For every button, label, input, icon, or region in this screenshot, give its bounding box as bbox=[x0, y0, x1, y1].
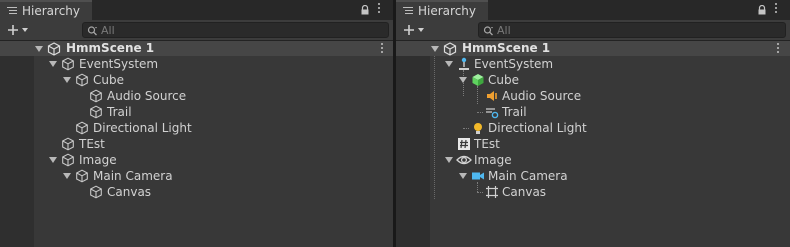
tab-label: Hierarchy bbox=[418, 4, 477, 18]
add-button[interactable] bbox=[402, 22, 428, 38]
list-icon bbox=[403, 7, 413, 15]
item-label: Image bbox=[79, 153, 117, 167]
lock-icon[interactable] bbox=[757, 4, 767, 15]
item-label: Cube bbox=[93, 73, 124, 87]
expand-arrow-icon[interactable] bbox=[63, 77, 71, 83]
item-label: Trail bbox=[502, 105, 527, 119]
item-label: Trail bbox=[107, 105, 132, 119]
trail-icon bbox=[485, 105, 499, 119]
list-item[interactable]: Cube bbox=[0, 72, 393, 88]
list-item[interactable]: TEst bbox=[396, 136, 790, 152]
expand-arrow-icon[interactable] bbox=[63, 173, 71, 179]
item-label: Cube bbox=[488, 73, 519, 87]
gameobject-icon bbox=[75, 121, 89, 135]
expand-arrow-icon[interactable] bbox=[49, 61, 57, 67]
item-label: Directional Light bbox=[488, 121, 587, 135]
list-item[interactable]: Canvas bbox=[0, 184, 393, 200]
unity-scene-icon bbox=[443, 42, 457, 56]
item-label: TEst bbox=[474, 137, 500, 151]
item-label: TEst bbox=[79, 137, 105, 151]
list-item[interactable]: Image bbox=[396, 152, 790, 168]
search-input[interactable] bbox=[493, 23, 697, 37]
list-item[interactable]: Audio Source bbox=[0, 88, 393, 104]
item-label: Image bbox=[474, 153, 512, 167]
item-label: Audio Source bbox=[107, 89, 187, 103]
expand-arrow-icon[interactable] bbox=[445, 61, 453, 67]
hierarchy-panel-right: Hierarchy HmmScene 1 bbox=[396, 0, 790, 247]
unity-scene-icon bbox=[47, 42, 61, 56]
more-options-icon[interactable] bbox=[377, 3, 381, 15]
list-item[interactable]: Directional Light bbox=[0, 120, 393, 136]
list-item[interactable]: Directional Light bbox=[396, 120, 790, 136]
tab-hierarchy[interactable]: Hierarchy bbox=[0, 0, 92, 20]
scene-name: HmmScene 1 bbox=[462, 41, 551, 55]
gameobject-icon bbox=[61, 137, 75, 151]
light-icon bbox=[471, 121, 485, 135]
script-icon bbox=[457, 137, 471, 151]
list-item[interactable]: EventSystem bbox=[396, 56, 790, 72]
scene-row[interactable]: HmmScene 1 bbox=[396, 41, 790, 56]
add-button[interactable] bbox=[6, 22, 32, 38]
rect-transform-icon bbox=[485, 185, 499, 199]
toolbar bbox=[0, 20, 393, 41]
item-label: EventSystem bbox=[474, 57, 554, 71]
list-item[interactable]: Cube bbox=[396, 72, 790, 88]
item-label: Directional Light bbox=[93, 121, 192, 135]
list-icon bbox=[7, 7, 17, 15]
list-item[interactable]: EventSystem bbox=[0, 56, 393, 72]
search-field[interactable] bbox=[82, 22, 389, 38]
scene-menu-icon[interactable] bbox=[380, 43, 384, 55]
gameobject-icon bbox=[89, 89, 103, 103]
toolbar bbox=[396, 20, 790, 41]
scene-menu-icon[interactable] bbox=[776, 43, 780, 55]
list-item[interactable]: Trail bbox=[0, 104, 393, 120]
expand-arrow-icon[interactable] bbox=[459, 173, 467, 179]
list-item[interactable]: Audio Source bbox=[396, 88, 790, 104]
list-item[interactable]: Main Camera bbox=[396, 168, 790, 184]
list-item[interactable]: Canvas bbox=[396, 184, 790, 200]
expand-arrow-icon[interactable] bbox=[49, 157, 57, 163]
search-input[interactable] bbox=[97, 23, 301, 37]
camera-icon bbox=[471, 169, 485, 183]
event-system-icon bbox=[457, 57, 471, 71]
audio-source-icon bbox=[485, 89, 499, 103]
gameobject-icon bbox=[61, 153, 75, 167]
hierarchy-panel-left: Hierarchy HmmScene 1 EventSystem bbox=[0, 0, 393, 247]
gameobject-icon bbox=[89, 185, 103, 199]
item-label: Main Camera bbox=[93, 169, 173, 183]
list-item[interactable]: Trail bbox=[396, 104, 790, 120]
list-item[interactable]: TEst bbox=[0, 136, 393, 152]
gameobject-icon bbox=[75, 73, 89, 87]
gameobject-icon bbox=[61, 57, 75, 71]
expand-arrow-icon[interactable] bbox=[445, 157, 453, 163]
list-item[interactable]: Image bbox=[0, 152, 393, 168]
expand-arrow-icon[interactable] bbox=[459, 77, 467, 83]
item-label: Canvas bbox=[107, 185, 152, 199]
search-field[interactable] bbox=[478, 22, 786, 38]
more-options-icon[interactable] bbox=[774, 3, 778, 15]
cube-icon bbox=[471, 73, 485, 87]
tab-hierarchy[interactable]: Hierarchy bbox=[396, 0, 488, 20]
item-label: Audio Source bbox=[502, 89, 582, 103]
gameobject-icon bbox=[89, 105, 103, 119]
tab-bar: Hierarchy bbox=[396, 0, 790, 20]
eye-icon bbox=[456, 153, 472, 167]
scene-row[interactable]: HmmScene 1 bbox=[0, 41, 393, 56]
expand-arrow-icon[interactable] bbox=[35, 46, 43, 52]
item-label: Main Camera bbox=[488, 169, 568, 183]
list-item[interactable]: Main Camera bbox=[0, 168, 393, 184]
gameobject-icon bbox=[75, 169, 89, 183]
lock-icon[interactable] bbox=[360, 4, 370, 15]
expand-arrow-icon[interactable] bbox=[431, 46, 439, 52]
tab-label: Hierarchy bbox=[22, 4, 81, 18]
item-label: Canvas bbox=[502, 185, 547, 199]
item-label: EventSystem bbox=[79, 57, 159, 71]
scene-name: HmmScene 1 bbox=[66, 41, 155, 55]
tab-bar: Hierarchy bbox=[0, 0, 393, 20]
